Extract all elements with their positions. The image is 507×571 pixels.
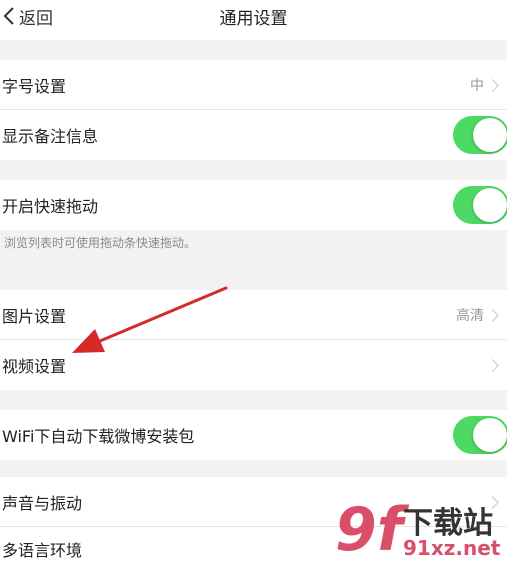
quick-drag-hint: 浏览列表时可使用拖动条快速拖动。: [4, 236, 197, 250]
image-settings-row[interactable]: 图片设置 高清: [0, 290, 507, 340]
section-gap: [0, 390, 507, 410]
toggle-knob: [473, 188, 507, 222]
chevron-right-icon: [486, 78, 499, 92]
video-settings-label: 视频设置: [2, 357, 67, 376]
watermark-url: 91xz.net: [403, 536, 501, 560]
font-size-row[interactable]: 字号设置 中: [0, 60, 507, 110]
chevron-right-icon: [486, 308, 499, 322]
video-settings-value-group: [484, 340, 499, 390]
language-label: 多语言环境: [2, 541, 83, 560]
toggle-knob: [473, 418, 507, 452]
show-remark-row: 显示备注信息: [0, 110, 507, 160]
section-gap: [0, 258, 507, 290]
quick-drag-label: 开启快速拖动: [2, 197, 99, 216]
font-size-label: 字号设置: [2, 77, 67, 96]
wifi-download-row: WiFi下自动下载微博安装包: [0, 410, 507, 460]
quick-drag-toggle[interactable]: [453, 186, 507, 224]
show-remark-toggle[interactable]: [453, 116, 507, 154]
toggle-knob: [473, 118, 507, 152]
page-title: 通用设置: [219, 9, 288, 29]
image-settings-value-group: 高清: [456, 290, 499, 340]
section-gap: [0, 160, 507, 180]
wifi-download-label: WiFi下自动下载微博安装包: [2, 427, 195, 446]
video-settings-row[interactable]: 视频设置: [0, 340, 507, 390]
watermark-logo: 9f: [335, 495, 403, 565]
wifi-download-toggle[interactable]: [453, 416, 507, 454]
sound-vibration-label: 声音与振动: [2, 494, 83, 513]
image-settings-value: 高清: [456, 308, 484, 324]
section-gap: [0, 460, 507, 477]
show-remark-label: 显示备注信息: [2, 127, 99, 146]
image-settings-label: 图片设置: [2, 307, 67, 326]
navigation-bar: 返回 通用设置: [0, 0, 507, 40]
font-size-value-group: 中: [470, 60, 499, 110]
chevron-right-icon: [486, 358, 499, 372]
site-watermark: 9f 下载站 91xz.net: [335, 490, 507, 571]
font-size-value: 中: [470, 78, 484, 94]
section-gap: [0, 40, 507, 60]
quick-drag-row: 开启快速拖动: [0, 180, 507, 230]
